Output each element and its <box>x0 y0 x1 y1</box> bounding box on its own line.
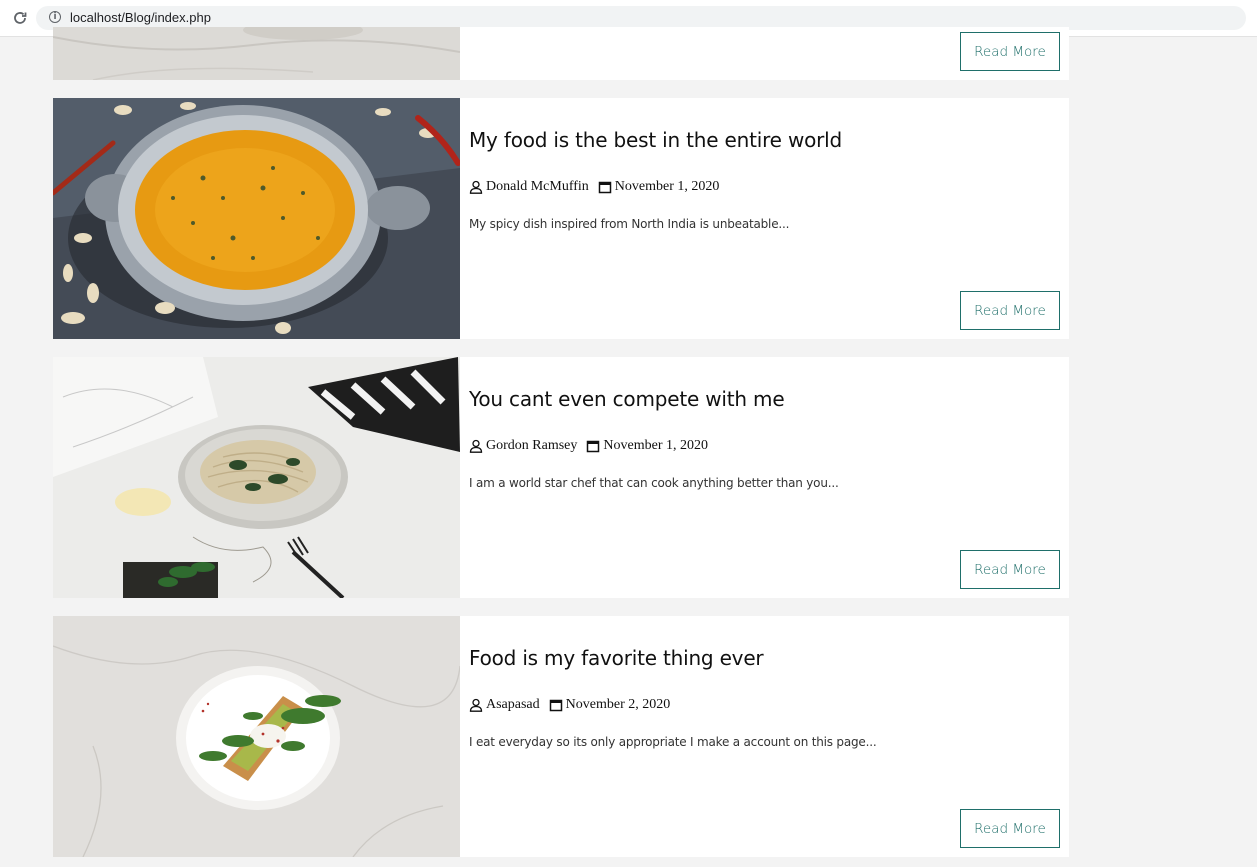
post-image <box>53 616 460 857</box>
blog-post-card: Read More <box>53 27 1069 80</box>
post-date: November 1, 2020 <box>614 179 720 194</box>
blog-page: Read More My food is the best in the ent… <box>0 27 1257 867</box>
post-excerpt: My spicy dish inspired from North India … <box>469 217 790 231</box>
post-title[interactable]: You cant even compete with me <box>469 387 785 411</box>
post-title[interactable]: Food is my favorite thing ever <box>469 646 764 670</box>
post-author: Gordon Ramsey <box>486 438 578 453</box>
post-image <box>53 98 460 339</box>
post-title[interactable]: My food is the best in the entire world <box>469 128 842 152</box>
read-more-button[interactable]: Read More <box>960 809 1060 848</box>
calendar-icon <box>587 440 600 453</box>
address-bar-url: localhost/Blog/index.php <box>70 10 211 25</box>
post-meta: Donald McMuffin November 1, 2020 <box>469 179 719 195</box>
user-icon <box>469 439 483 453</box>
user-icon <box>469 698 483 712</box>
blog-post-card: Food is my favorite thing ever Asapasad … <box>53 616 1069 857</box>
reload-icon[interactable] <box>12 10 28 26</box>
post-author: Donald McMuffin <box>486 179 589 194</box>
post-image <box>53 27 460 80</box>
info-icon[interactable]: i <box>49 11 61 23</box>
post-excerpt: I eat everyday so its only appropriate I… <box>469 735 877 749</box>
post-image <box>53 357 460 598</box>
read-more-button[interactable]: Read More <box>960 550 1060 589</box>
post-date: November 1, 2020 <box>603 438 708 453</box>
read-more-button[interactable]: Read More <box>960 291 1060 330</box>
calendar-icon <box>549 699 562 712</box>
post-date: November 2, 2020 <box>565 697 671 712</box>
post-excerpt: I am a world star chef that can cook any… <box>469 476 839 490</box>
post-author: Asapasad <box>486 697 540 712</box>
calendar-icon <box>598 181 612 194</box>
blog-post-card: You cant even compete with me Gordon Ram… <box>53 357 1069 598</box>
post-meta: Gordon Ramsey November 1, 2020 <box>469 438 708 454</box>
user-icon <box>469 180 483 194</box>
post-meta: Asapasad November 2, 2020 <box>469 697 670 713</box>
blog-post-card: My food is the best in the entire world … <box>53 98 1069 339</box>
read-more-button[interactable]: Read More <box>960 32 1060 71</box>
